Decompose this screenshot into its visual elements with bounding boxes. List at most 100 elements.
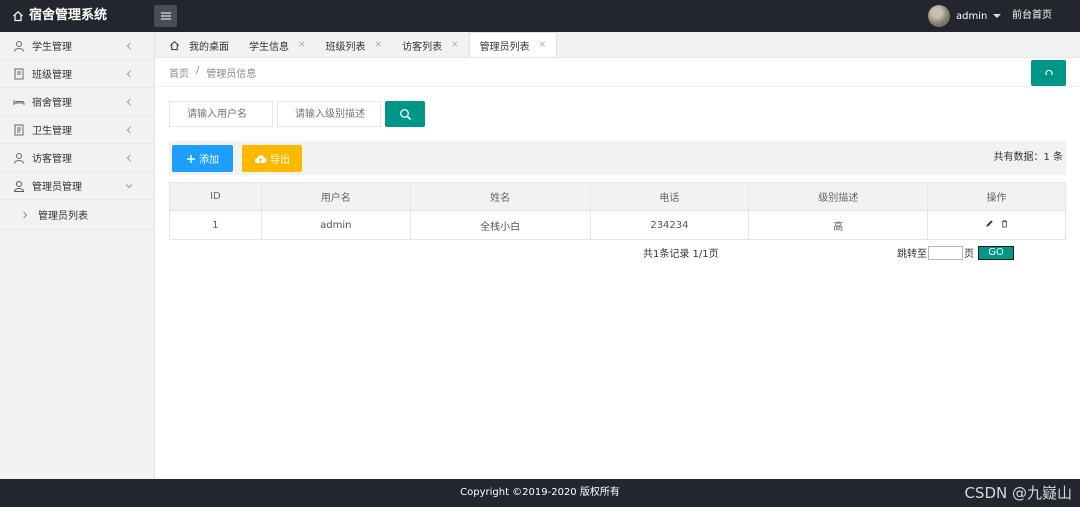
total-label: 共有数据：	[993, 152, 1044, 163]
cell-username: admin	[260, 210, 411, 240]
total-count: 共有数据：1 条	[993, 141, 1063, 175]
footer: Copyright ©2019-2020 版权所有	[0, 479, 1080, 507]
cell-level: 高	[748, 210, 929, 240]
avatar	[928, 5, 950, 27]
tab-label: 学生信息	[249, 41, 289, 53]
chevron-left-icon	[126, 98, 131, 106]
book-icon	[14, 68, 24, 79]
front-page-link[interactable]: 前台首页	[1012, 0, 1052, 32]
column-header: ID	[169, 182, 262, 211]
sidebar: 学生管理 班级管理 宿舍管理 卫生管理 访客管理 管理员管理 管理员列表	[0, 32, 155, 479]
cell-phone: 234234	[589, 210, 750, 240]
level-search-input[interactable]	[277, 101, 381, 127]
close-icon[interactable]: ×	[375, 40, 383, 50]
sidebar-item-hygiene[interactable]: 卫生管理	[0, 116, 154, 144]
visitor-icon	[14, 152, 24, 164]
watermark: CSDN @九嶷山	[964, 484, 1072, 502]
search-icon	[399, 108, 411, 120]
column-header: 用户名	[260, 182, 411, 211]
sidebar-item-label: 访客管理	[32, 154, 72, 165]
search-button[interactable]	[385, 101, 425, 127]
tab-desktop[interactable]: 我的桌面	[159, 33, 239, 57]
edit-icon[interactable]	[985, 219, 994, 228]
document-icon	[14, 124, 24, 135]
menu-icon	[160, 12, 171, 20]
jump-label: 跳转至	[897, 249, 927, 260]
home-icon	[170, 40, 179, 50]
cell-id: 1	[169, 210, 262, 240]
delete-icon[interactable]	[1000, 219, 1009, 228]
sidebar-item-label: 学生管理	[32, 42, 72, 53]
tab-label: 管理员列表	[479, 41, 530, 53]
sidebar-item-classes[interactable]: 班级管理	[0, 60, 154, 88]
pagination-info: 共1条记录 1/1页	[643, 249, 719, 260]
chevron-left-icon	[126, 70, 131, 78]
main-content: 首页 / 管理员信息 添加 导出 共有数据：1 条 ID 用户名	[155, 58, 1080, 479]
menu-toggle-button[interactable]	[154, 5, 177, 27]
sidebar-item-label: 管理员管理	[32, 182, 82, 193]
sidebar-subitem-label: 管理员列表	[38, 211, 88, 222]
sidebar-item-label: 班级管理	[32, 70, 72, 81]
page-jump: 跳转至 页 GO	[897, 245, 1014, 260]
sidebar-item-admins[interactable]: 管理员管理	[0, 172, 154, 200]
tab-label: 我的桌面	[189, 41, 229, 53]
chevron-right-icon	[23, 211, 28, 218]
cloud-upload-icon	[254, 154, 267, 163]
total-value: 1 条	[1043, 152, 1063, 163]
tab-label: 访客列表	[402, 41, 443, 53]
breadcrumb-home[interactable]: 首页	[169, 65, 189, 80]
sidebar-item-students[interactable]: 学生管理	[0, 32, 154, 60]
go-button[interactable]: GO	[978, 245, 1014, 260]
chevron-down-icon	[125, 184, 133, 189]
table-header-row: ID 用户名 姓名 电话 级别描述 操作	[169, 182, 1066, 211]
bed-icon	[13, 99, 25, 105]
top-header: 宿舍管理系统 admin 前台首页	[0, 0, 1080, 32]
chevron-down-icon	[993, 14, 1002, 18]
app-logo[interactable]: 宿舍管理系统	[12, 0, 107, 32]
tab-bar: 我的桌面 学生信息 × 班级列表 × 访客列表 × 管理员列表 ×	[155, 32, 1080, 58]
chevron-left-icon	[126, 42, 131, 50]
cell-actions	[927, 210, 1066, 240]
cell-name: 全栈小白	[409, 210, 591, 240]
admin-table: ID 用户名 姓名 电话 级别描述 操作 1 admin 全栈小白 234234…	[169, 182, 1066, 240]
chevron-left-icon	[126, 154, 131, 162]
export-button-label: 导出	[270, 155, 290, 166]
column-header: 操作	[927, 182, 1066, 211]
chevron-left-icon	[126, 126, 131, 134]
page-unit-label: 页	[964, 249, 974, 260]
plus-icon	[187, 154, 195, 163]
divider	[155, 86, 1080, 87]
sidebar-item-label: 卫生管理	[32, 126, 72, 137]
page-number-input[interactable]	[928, 245, 963, 260]
tab-visitor-list[interactable]: 访客列表 ×	[392, 33, 469, 57]
toolbar: 添加 导出 共有数据：1 条	[169, 141, 1066, 175]
refresh-button[interactable]	[1031, 60, 1066, 86]
breadcrumb: 首页 / 管理员信息	[169, 65, 256, 80]
home-icon	[13, 10, 23, 22]
column-header: 电话	[589, 182, 750, 211]
close-icon[interactable]: ×	[298, 40, 306, 50]
add-button-label: 添加	[199, 155, 219, 166]
username-search-input[interactable]	[169, 101, 273, 127]
add-button[interactable]: 添加	[172, 145, 233, 172]
sidebar-item-dorms[interactable]: 宿舍管理	[0, 88, 154, 116]
export-button[interactable]: 导出	[242, 145, 302, 172]
username: admin	[956, 10, 988, 22]
table-row: 1 admin 全栈小白 234234 高	[169, 210, 1066, 240]
close-icon[interactable]: ×	[451, 40, 459, 50]
column-header: 级别描述	[748, 182, 929, 211]
sidebar-item-visitors[interactable]: 访客管理	[0, 144, 154, 172]
user-icon	[14, 40, 24, 52]
user-menu[interactable]: admin	[928, 5, 1002, 27]
close-icon[interactable]: ×	[539, 40, 547, 50]
copyright: Copyright ©2019-2020 版权所有	[460, 487, 620, 498]
breadcrumb-current: 管理员信息	[206, 69, 257, 80]
tab-admin-list[interactable]: 管理员列表 ×	[468, 32, 558, 57]
sidebar-subitem-admin-list[interactable]: 管理员列表	[0, 200, 154, 230]
tab-student-info[interactable]: 学生信息 ×	[239, 33, 316, 57]
tab-class-list[interactable]: 班级列表 ×	[316, 33, 393, 57]
refresh-icon	[1044, 69, 1053, 76]
admin-icon	[13, 180, 25, 192]
tab-label: 班级列表	[325, 41, 366, 53]
column-header: 姓名	[409, 182, 591, 211]
